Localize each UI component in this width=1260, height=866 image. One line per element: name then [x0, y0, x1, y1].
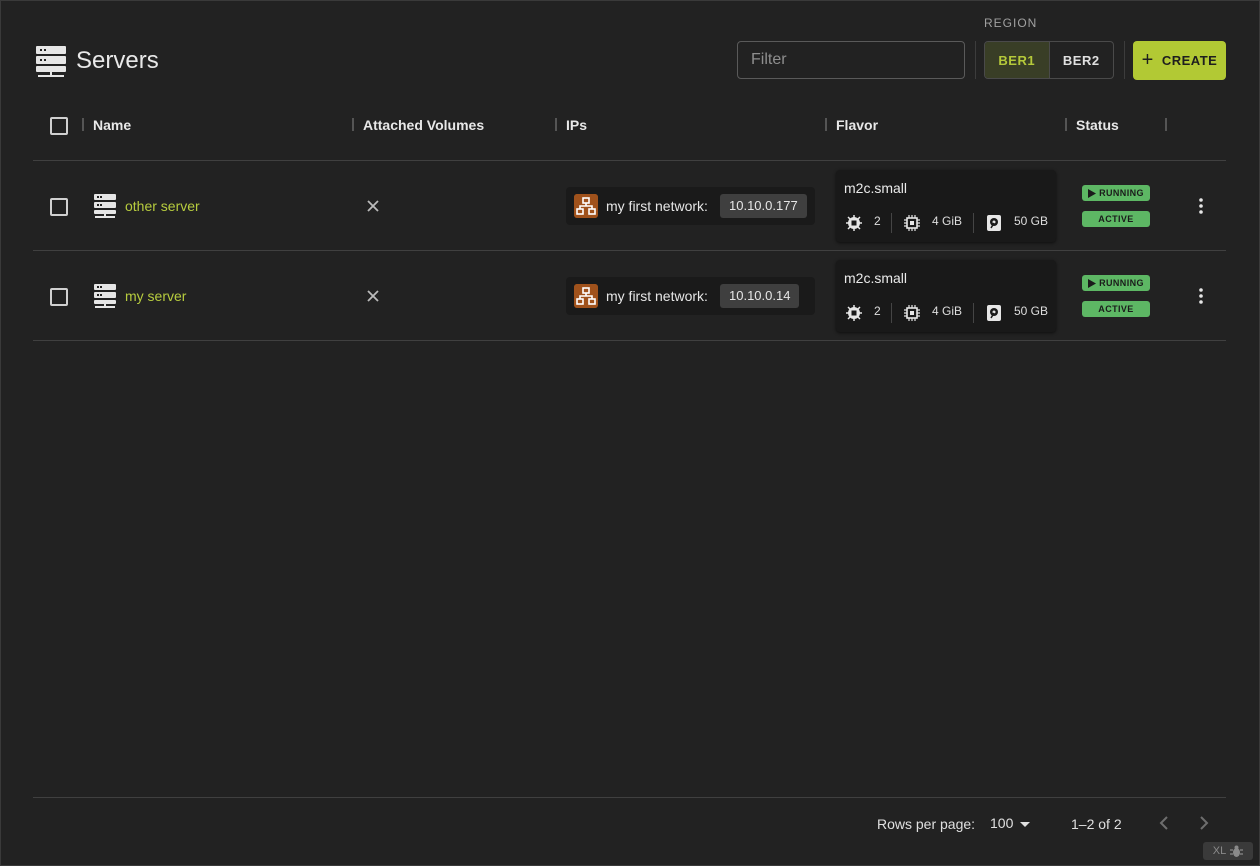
cpu-count: 2	[874, 304, 881, 318]
column-header-name[interactable]: Name	[93, 117, 131, 133]
status-badge: RUNNING	[1082, 185, 1150, 201]
more-vert-icon[interactable]	[1198, 198, 1204, 214]
row-checkbox[interactable]	[50, 288, 68, 306]
region-label: REGION	[984, 16, 1038, 30]
cpu-icon	[846, 215, 862, 231]
column-separator	[82, 118, 84, 131]
running-status: RUNNING	[1099, 188, 1144, 198]
spec-divider	[891, 303, 892, 323]
region-toggle-group: BER1 BER2	[984, 41, 1114, 79]
status-badge: RUNNING	[1082, 275, 1150, 291]
spec-divider	[973, 303, 974, 323]
column-header-ips[interactable]: IPs	[566, 117, 587, 133]
column-separator	[555, 118, 557, 131]
toolbar-divider	[1124, 41, 1125, 79]
bug-icon	[1230, 845, 1244, 857]
disk-size: 50 GB	[1014, 304, 1049, 318]
ip-chip: my first network: 10.10.0.14	[566, 277, 815, 315]
ip-chip: my first network: 10.10.0.177	[566, 187, 815, 225]
rows-per-page-select[interactable]: 100	[990, 815, 1013, 831]
chevron-left-icon[interactable]	[1158, 816, 1170, 830]
filter-input[interactable]	[737, 41, 965, 79]
network-icon	[574, 284, 598, 308]
ram-size: 4 GiB	[932, 214, 963, 228]
ip-address: 10.10.0.14	[720, 284, 800, 308]
row-checkbox[interactable]	[50, 198, 68, 216]
memory-chip-icon	[904, 215, 920, 231]
breakpoint-badge: XL	[1203, 842, 1253, 860]
column-header-attached-volumes[interactable]: Attached Volumes	[363, 117, 484, 133]
ip-address: 10.10.0.177	[720, 194, 807, 218]
ram-size: 4 GiB	[932, 304, 963, 318]
create-button-label: CREATE	[1161, 53, 1218, 68]
region-button-ber1[interactable]: BER1	[985, 42, 1050, 78]
column-separator	[1165, 118, 1167, 131]
hard-disk-icon	[987, 305, 1001, 321]
create-button[interactable]: + CREATE	[1133, 41, 1226, 80]
spec-divider	[973, 213, 974, 233]
flavor-name: m2c.small	[844, 180, 908, 196]
hard-disk-icon	[987, 215, 1001, 231]
flavor-card: m2c.small 2 4 GiB 50 GB	[836, 170, 1056, 242]
column-header-status[interactable]: Status	[1076, 117, 1119, 133]
select-all-checkbox[interactable]	[50, 117, 68, 135]
memory-chip-icon	[904, 305, 920, 321]
state-badge: ACTIVE	[1082, 211, 1150, 227]
column-header-flavor[interactable]: Flavor	[836, 117, 878, 133]
flavor-card: m2c.small 2 4 GiB 50 GB	[836, 260, 1056, 332]
column-separator	[352, 118, 354, 131]
running-status: RUNNING	[1099, 278, 1144, 288]
pagination-range: 1–2 of 2	[1071, 816, 1122, 832]
table-divider	[33, 340, 1226, 341]
cpu-count: 2	[874, 214, 881, 228]
page-title: Servers	[76, 47, 159, 74]
network-name: my first network:	[606, 288, 708, 304]
dropdown-arrow-icon[interactable]	[1020, 822, 1030, 827]
table-divider	[33, 250, 1226, 251]
column-separator	[1065, 118, 1067, 131]
close-icon	[367, 290, 379, 302]
spec-divider	[891, 213, 892, 233]
column-separator	[825, 118, 827, 131]
server-icon	[36, 46, 66, 77]
table-divider	[33, 160, 1226, 161]
server-name-link[interactable]: other server	[125, 198, 200, 214]
region-button-ber2[interactable]: BER2	[1050, 42, 1114, 78]
cpu-icon	[846, 305, 862, 321]
footer-divider	[33, 797, 1226, 798]
server-icon	[94, 284, 116, 308]
close-icon	[367, 200, 379, 212]
play-icon	[1088, 188, 1097, 198]
rows-per-page-label: Rows per page:	[877, 816, 976, 832]
network-name: my first network:	[606, 198, 708, 214]
app-frame	[0, 0, 1260, 866]
network-icon	[574, 194, 598, 218]
toolbar-divider	[975, 41, 976, 79]
play-icon	[1088, 278, 1097, 288]
flavor-name: m2c.small	[844, 270, 908, 286]
disk-size: 50 GB	[1014, 214, 1049, 228]
more-vert-icon[interactable]	[1198, 288, 1204, 304]
server-icon	[94, 194, 116, 218]
state-badge: ACTIVE	[1082, 301, 1150, 317]
server-name-link[interactable]: my server	[125, 288, 186, 304]
chevron-right-icon[interactable]	[1198, 816, 1210, 830]
plus-icon: +	[1141, 48, 1154, 71]
breakpoint-label: XL	[1212, 845, 1227, 857]
